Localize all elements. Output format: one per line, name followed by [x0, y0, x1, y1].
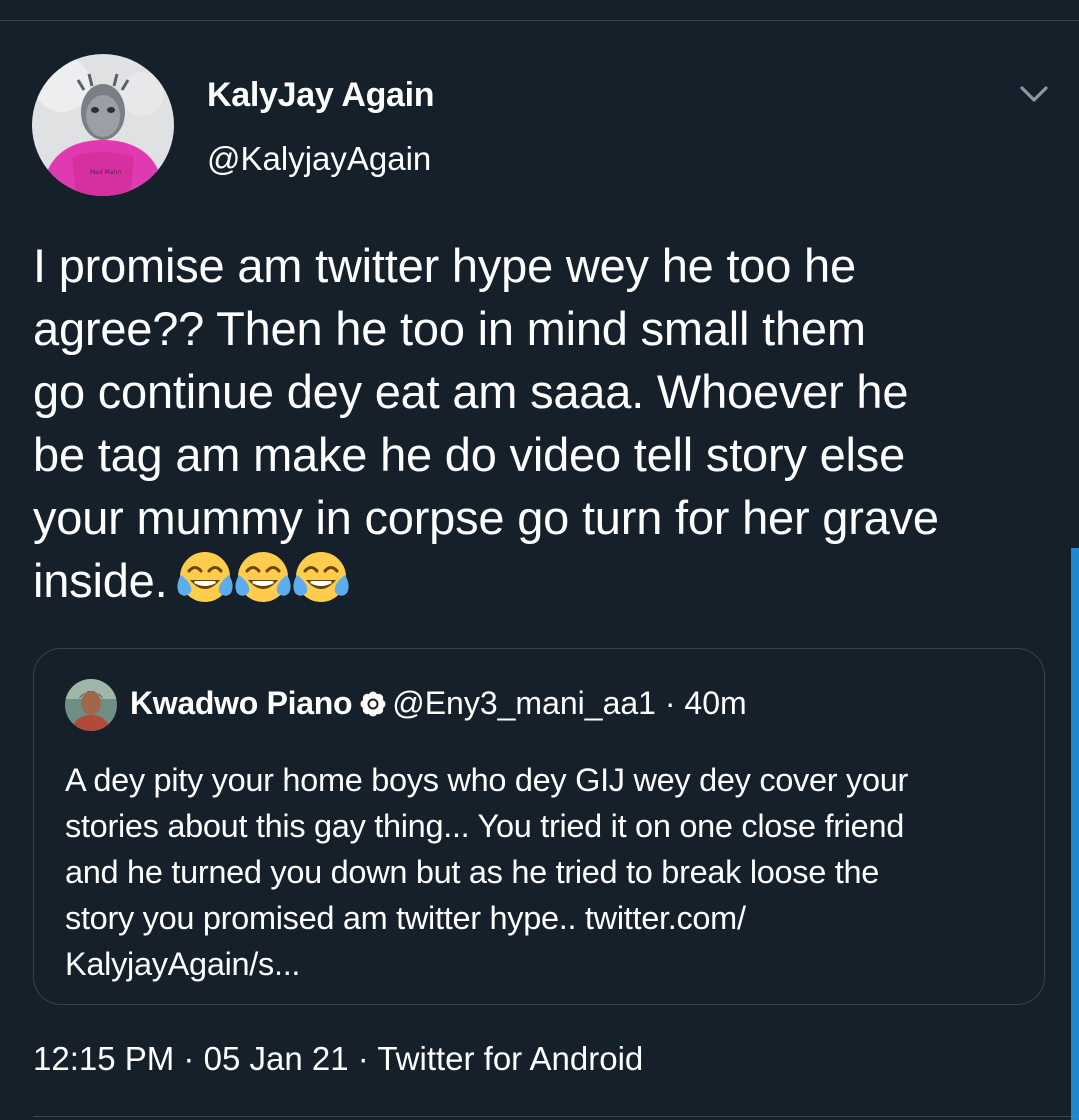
quoted-text-line: and he turned you down but as he tried t…	[65, 854, 880, 890]
quoted-text-line: story you promised am twitter hype.. twi…	[65, 900, 746, 936]
author-handle[interactable]: @KalyjayAgain	[207, 140, 431, 178]
quoted-text-line: KalyjayAgain/s...	[65, 946, 301, 982]
tweet-date[interactable]: 05 Jan 21	[204, 1040, 349, 1077]
tears-of-joy-emoji-icon	[293, 552, 350, 602]
scrollbar[interactable]	[1071, 548, 1079, 1120]
quoted-avatar-image	[65, 679, 117, 731]
quoted-author-avatar[interactable]	[65, 679, 117, 731]
tweet-text-line: go continue dey eat am saaa. Whoever he	[33, 365, 909, 418]
author-avatar[interactable]: Mad Mahn	[32, 54, 174, 196]
tweet-source[interactable]: Twitter for Android	[377, 1040, 643, 1077]
tweet-text-line: agree?? Then he too in mind small them	[33, 302, 866, 355]
separator-dot: ·	[664, 685, 676, 721]
author-display-name[interactable]: KalyJay Again	[207, 76, 435, 115]
tweet-text-last-line: inside.	[33, 549, 1043, 620]
avatar-image: Mad Mahn	[32, 54, 174, 196]
tears-of-joy-emoji-icon	[177, 552, 234, 602]
tweet-meta: 12:15 PM · 05 Jan 21 · Twitter for Andro…	[33, 1040, 643, 1078]
tweet-text-line: I promise am twitter hype wey he too he	[33, 239, 856, 292]
tweet-text-line: be tag am make he do video tell story el…	[33, 428, 906, 481]
top-divider	[0, 20, 1079, 21]
tweet-text-line: inside.	[33, 554, 168, 607]
quoted-handle: @Eny3_mani_aa1	[392, 685, 656, 721]
quoted-display-name[interactable]: Kwadwo Piano	[130, 685, 353, 721]
emoji-row	[175, 549, 350, 620]
quoted-tweet-card[interactable]: Kwadwo Piano @Eny3_mani_aa1 · 40m A dey …	[33, 648, 1045, 1005]
tears-of-joy-emoji-icon	[235, 552, 292, 602]
tweet-text-line: your mummy in corpse go turn for her gra…	[33, 491, 939, 544]
quoted-text-line: A dey pity your home boys who dey GIJ we…	[65, 762, 909, 798]
tweet-text: I promise am twitter hype wey he too he …	[33, 234, 1043, 620]
chevron-down-icon[interactable]	[1014, 80, 1054, 110]
flower-icon	[360, 688, 386, 725]
quoted-tweet-text: A dey pity your home boys who dey GIJ we…	[65, 757, 1025, 987]
bottom-divider	[33, 1116, 1079, 1117]
svg-text:Mad Mahn: Mad Mahn	[90, 169, 121, 176]
quoted-text-line: stories about this gay thing... You trie…	[65, 808, 904, 844]
quoted-time[interactable]: 40m	[684, 685, 746, 721]
separator-dot: ·	[183, 1040, 195, 1077]
tweet-time[interactable]: 12:15 PM	[33, 1040, 174, 1077]
quoted-tweet-header: Kwadwo Piano @Eny3_mani_aa1 · 40m	[130, 685, 747, 725]
separator-dot: ·	[357, 1040, 369, 1077]
